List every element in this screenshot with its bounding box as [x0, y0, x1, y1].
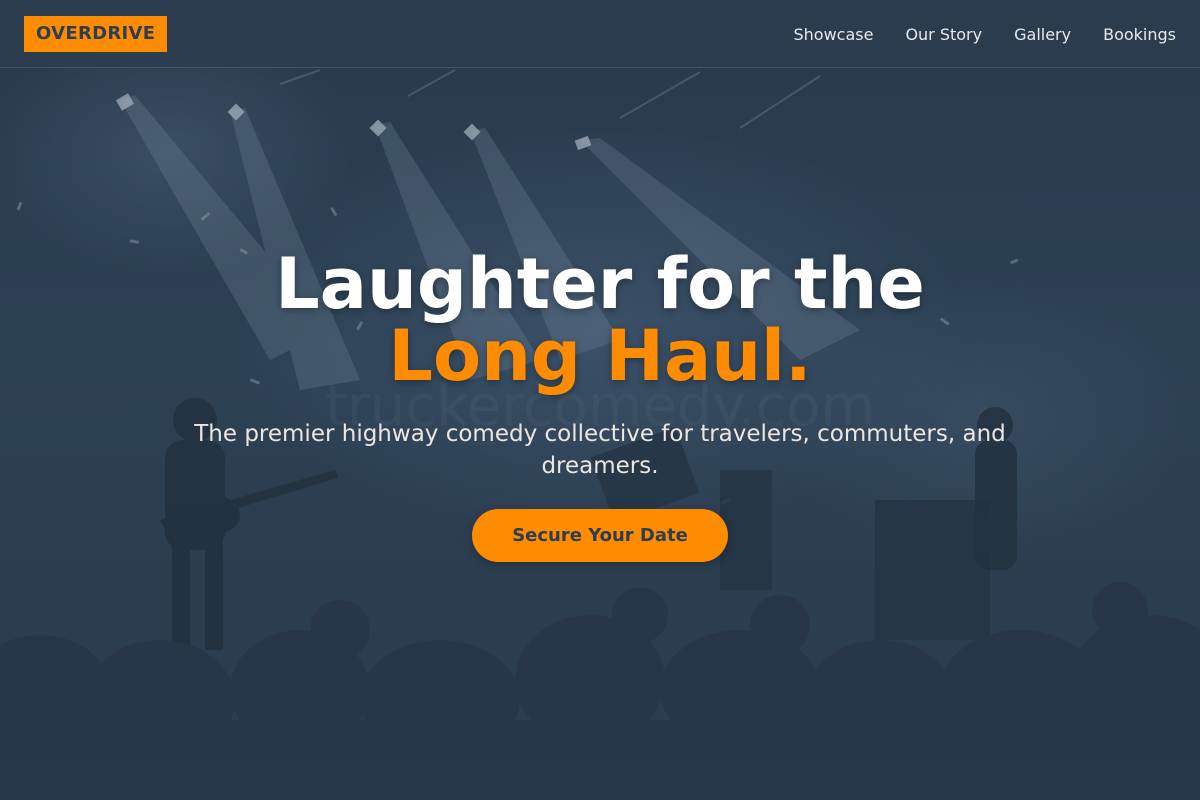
hero-headline-line1: Laughter for the [275, 243, 925, 325]
hero-subheadline: The premier highway comedy collective fo… [194, 421, 1006, 479]
brand-logo[interactable]: OVERDRIVE [24, 16, 168, 52]
page: truckercomedy.com OVERDRIVE Showcase Our… [0, 0, 1200, 800]
nav-link-gallery[interactable]: Gallery [1014, 25, 1071, 44]
secure-your-date-button[interactable]: Secure Your Date [472, 509, 728, 562]
nav-link-our-story[interactable]: Our Story [905, 25, 982, 44]
nav-link-showcase[interactable]: Showcase [793, 25, 873, 44]
hero-section: Laughter for the Long Haul. The premier … [0, 0, 1200, 800]
top-navbar: OVERDRIVE Showcase Our Story Gallery Boo… [0, 0, 1200, 68]
nav-links: Showcase Our Story Gallery Bookings [793, 0, 1176, 68]
hero-headline-accent: Long Haul. [388, 315, 812, 397]
hero-headline: Laughter for the Long Haul. [100, 248, 1100, 392]
nav-link-bookings[interactable]: Bookings [1103, 25, 1176, 44]
